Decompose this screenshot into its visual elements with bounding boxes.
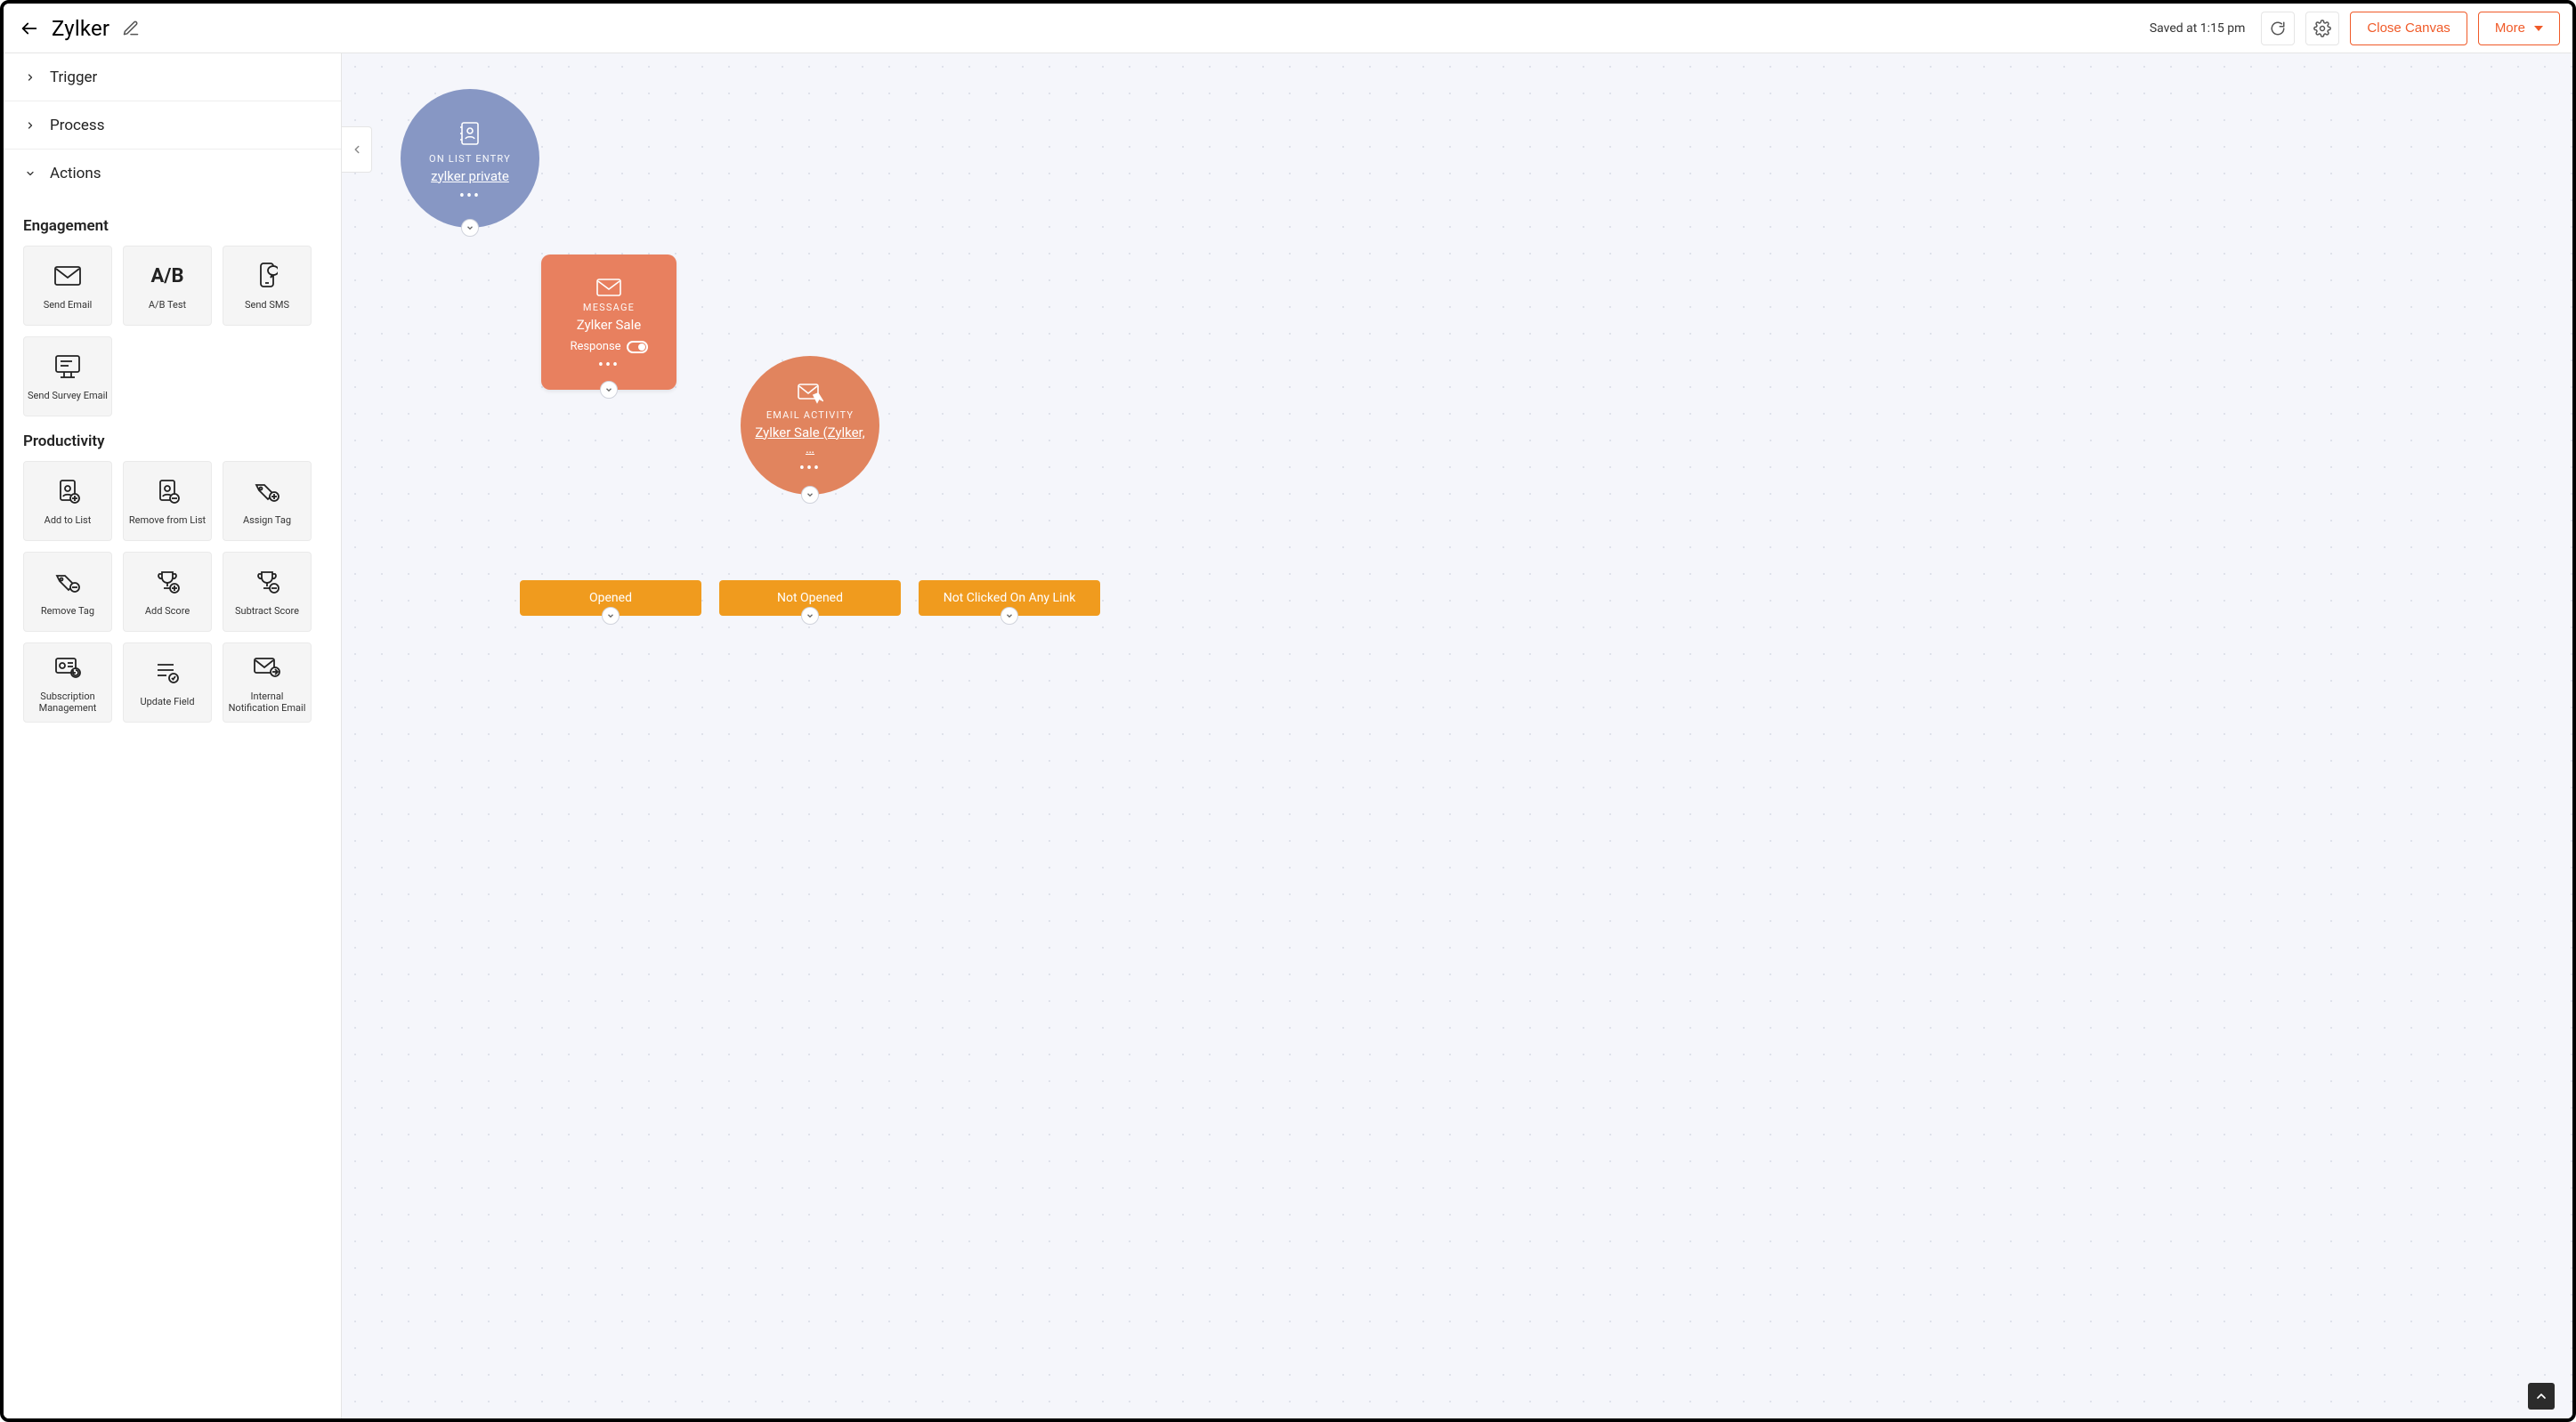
tile-label: Assign Tag [243,514,291,526]
edit-title-icon[interactable] [122,20,140,37]
header-right: Saved at 1:15 pm Close Canvas More [2150,12,2560,45]
chevron-left-icon [351,143,363,156]
tile-label: Remove Tag [41,605,94,617]
settings-button[interactable] [2305,12,2339,45]
sms-icon [256,260,278,292]
tag-plus-icon [254,475,280,507]
node-out-handle[interactable] [1000,607,1018,625]
sidebar-row-trigger[interactable]: Trigger [4,53,341,101]
branch-label: Not Clicked On Any Link [944,591,1076,605]
node-message[interactable]: MESSAGE Zylker Sale Response ••• [541,255,676,390]
sidebar-row-process-label: Process [50,117,104,134]
tile-subtract-score[interactable]: Subtract Score [223,552,312,632]
tile-add-to-list[interactable]: Add to List [23,461,112,541]
page-title: Zylker [52,16,109,41]
tile-send-email[interactable]: Send Email [23,246,112,326]
chevron-right-icon [23,72,37,83]
sidebar-row-actions[interactable]: Actions [4,149,341,198]
node-out-handle[interactable] [801,486,819,504]
chevron-right-icon [23,120,37,131]
branch-label: Not Opened [777,591,843,605]
more-button[interactable]: More [2478,12,2560,45]
node-kicker: EMAIL ACTIVITY [766,409,854,421]
envelope-icon [596,279,621,296]
tile-add-score[interactable]: Add Score [123,552,212,632]
tile-label: Send Email [44,299,93,311]
email-click-icon [797,383,823,404]
branch-not-opened[interactable]: Not Opened [719,580,901,616]
close-canvas-button[interactable]: Close Canvas [2350,12,2467,45]
saved-at-text: Saved at 1:15 pm [2150,21,2246,36]
response-toggle[interactable]: Response [570,340,647,353]
response-label: Response [570,340,620,353]
back-icon[interactable] [20,19,39,38]
tile-remove-tag[interactable]: Remove Tag [23,552,112,632]
node-out-handle[interactable] [461,219,479,237]
tile-label: Add to List [45,514,92,526]
node-out-handle[interactable] [801,607,819,625]
header-left: Zylker [20,16,140,41]
node-name: Zylker Sale [577,317,641,333]
node-name[interactable]: Zylker Sale (Zylker, … [751,424,869,456]
tile-label: Subtract Score [235,605,299,617]
trophy-minus-icon [255,566,279,598]
tile-internal-notification-email[interactable]: Internal Notification Email [223,642,312,723]
app-header: Zylker Saved at 1:15 pm Close Canvas [4,4,2572,53]
chevron-up-icon [2534,1389,2548,1403]
node-name[interactable]: zylker private [431,168,509,184]
tile-send-sms[interactable]: Send SMS [223,246,312,326]
node-kicker: ON LIST ENTRY [429,153,511,165]
tile-label: A/B Test [149,299,186,311]
tile-send-survey-email[interactable]: Send Survey Email [23,336,112,416]
tile-remove-from-list[interactable]: Remove from List [123,461,212,541]
toggle-icon [627,341,648,353]
tile-label: Send Survey Email [28,390,108,401]
branch-opened[interactable]: Opened [520,580,701,616]
branch-not-clicked[interactable]: Not Clicked On Any Link [919,580,1100,616]
collapse-sidebar-handle[interactable] [342,126,372,173]
branch-label: Opened [589,591,632,605]
subscription-icon [54,651,81,683]
contact-card-icon [458,121,482,146]
chevron-down-icon [23,168,37,179]
more-label: More [2495,20,2525,36]
section-title-productivity: Productivity [23,432,321,450]
section-title-engagement: Engagement [23,217,321,235]
ab-icon: A/B [151,265,184,287]
workflow-canvas[interactable]: ON LIST ENTRY zylker private ••• MESSAGE… [342,53,2572,1418]
refresh-icon [2270,20,2286,36]
sidebar: Trigger Process Actions Engagement [4,53,342,1418]
trophy-plus-icon [155,566,180,598]
tile-assign-tag[interactable]: Assign Tag [223,461,312,541]
close-canvas-label: Close Canvas [2367,20,2450,36]
node-trigger[interactable]: ON LIST ENTRY zylker private ••• [401,89,539,228]
sidebar-row-trigger-label: Trigger [50,69,97,86]
node-email-activity[interactable]: EMAIL ACTIVITY Zylker Sale (Zylker, … ••… [741,356,879,495]
tile-ab-test[interactable]: A/B A/B Test [123,246,212,326]
scroll-to-top-button[interactable] [2528,1383,2555,1410]
tile-label: Remove from List [129,514,206,526]
refresh-button[interactable] [2261,12,2295,45]
node-out-handle[interactable] [600,381,618,399]
update-field-icon [154,657,181,689]
tag-minus-icon [54,566,81,598]
add-list-icon [55,475,80,507]
gear-icon [2313,20,2331,37]
tile-label: Internal Notification Email [227,691,307,714]
tile-label: Add Score [145,605,190,617]
sidebar-row-process[interactable]: Process [4,101,341,149]
survey-icon [54,351,81,383]
tile-label: Send SMS [245,299,289,311]
tile-update-field[interactable]: Update Field [123,642,212,723]
tile-label: Update Field [140,696,194,707]
internal-email-icon [253,651,281,683]
node-out-handle[interactable] [602,607,620,625]
sidebar-row-actions-label: Actions [50,165,101,182]
envelope-icon [54,260,81,292]
tile-subscription-management[interactable]: Subscription Management [23,642,112,723]
tile-label: Subscription Management [28,691,108,714]
node-kicker: MESSAGE [583,302,635,313]
caret-down-icon [2534,24,2543,33]
remove-list-icon [155,475,180,507]
